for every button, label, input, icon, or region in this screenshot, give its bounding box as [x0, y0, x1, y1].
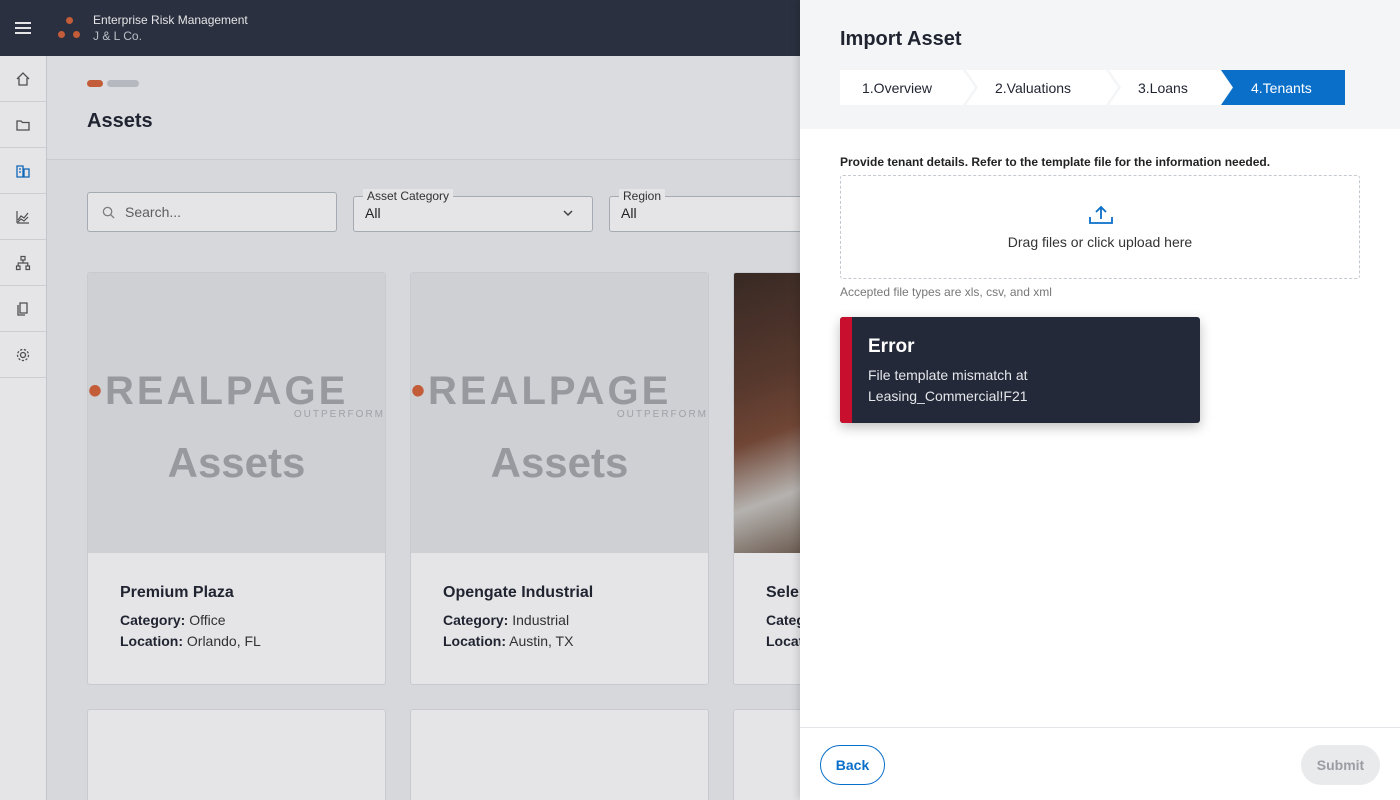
dropzone-text: Drag files or click upload here — [1007, 234, 1193, 250]
error-message: File template mismatch at Leasing_Commer… — [868, 367, 1028, 404]
error-title: Error — [868, 336, 915, 357]
step-loans[interactable]: 3.Loans — [1138, 70, 1188, 105]
upload-icon — [1089, 205, 1113, 224]
submit-button[interactable]: Submit — [1301, 745, 1380, 785]
step-valuations[interactable]: 2.Valuations — [995, 70, 1071, 105]
drawer-title: Import Asset — [840, 28, 962, 50]
step-tenants[interactable]: 4.Tenants — [1251, 70, 1312, 105]
file-dropzone[interactable]: Drag files or click upload here — [840, 175, 1360, 279]
modal-backdrop[interactable] — [0, 0, 800, 800]
error-toast: Error File template mismatch at Leasing_… — [840, 317, 1200, 423]
instructions-text: Provide tenant details. Refer to the tem… — [840, 155, 1271, 169]
stepper: 1.Overview 2.Valuations 3.Loans 4.Tenant… — [840, 70, 1345, 105]
accepted-types-hint: Accepted file types are xls, csv, and xm… — [840, 285, 1052, 299]
drawer-header: Import Asset 1.Overview 2.Valuations 3.L… — [800, 0, 1400, 129]
back-button[interactable]: Back — [820, 745, 885, 785]
import-asset-drawer: Import Asset 1.Overview 2.Valuations 3.L… — [800, 0, 1400, 800]
error-accent-bar — [840, 317, 852, 423]
drawer-footer: Back Submit — [800, 727, 1400, 800]
step-overview[interactable]: 1.Overview — [862, 70, 932, 105]
